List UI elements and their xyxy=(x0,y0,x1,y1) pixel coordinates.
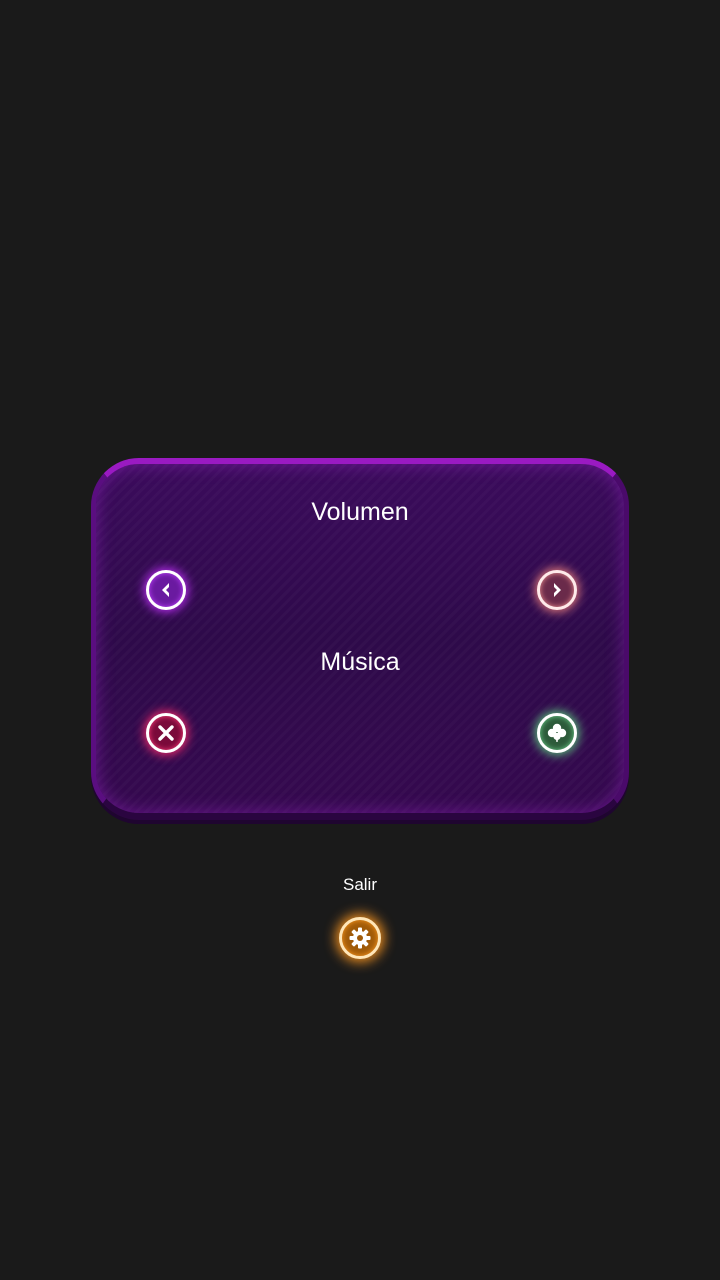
music-on-button[interactable] xyxy=(537,713,577,753)
volume-label: Volumen xyxy=(311,498,409,526)
music-off-button[interactable] xyxy=(146,713,186,753)
exit-label: Salir xyxy=(342,875,377,894)
gear-icon xyxy=(349,927,371,949)
exit-button[interactable] xyxy=(339,917,381,959)
volume-down-button[interactable] xyxy=(146,570,186,610)
close-icon xyxy=(158,725,174,741)
chevron-right-icon xyxy=(554,583,561,597)
music-label: Música xyxy=(320,648,400,676)
settings-screen: Volumen Música Salir xyxy=(0,0,720,1280)
clover-icon xyxy=(547,723,567,742)
settings-panel: Volumen Música xyxy=(91,458,629,820)
chevron-left-icon xyxy=(162,583,169,597)
volume-up-button[interactable] xyxy=(537,570,577,610)
